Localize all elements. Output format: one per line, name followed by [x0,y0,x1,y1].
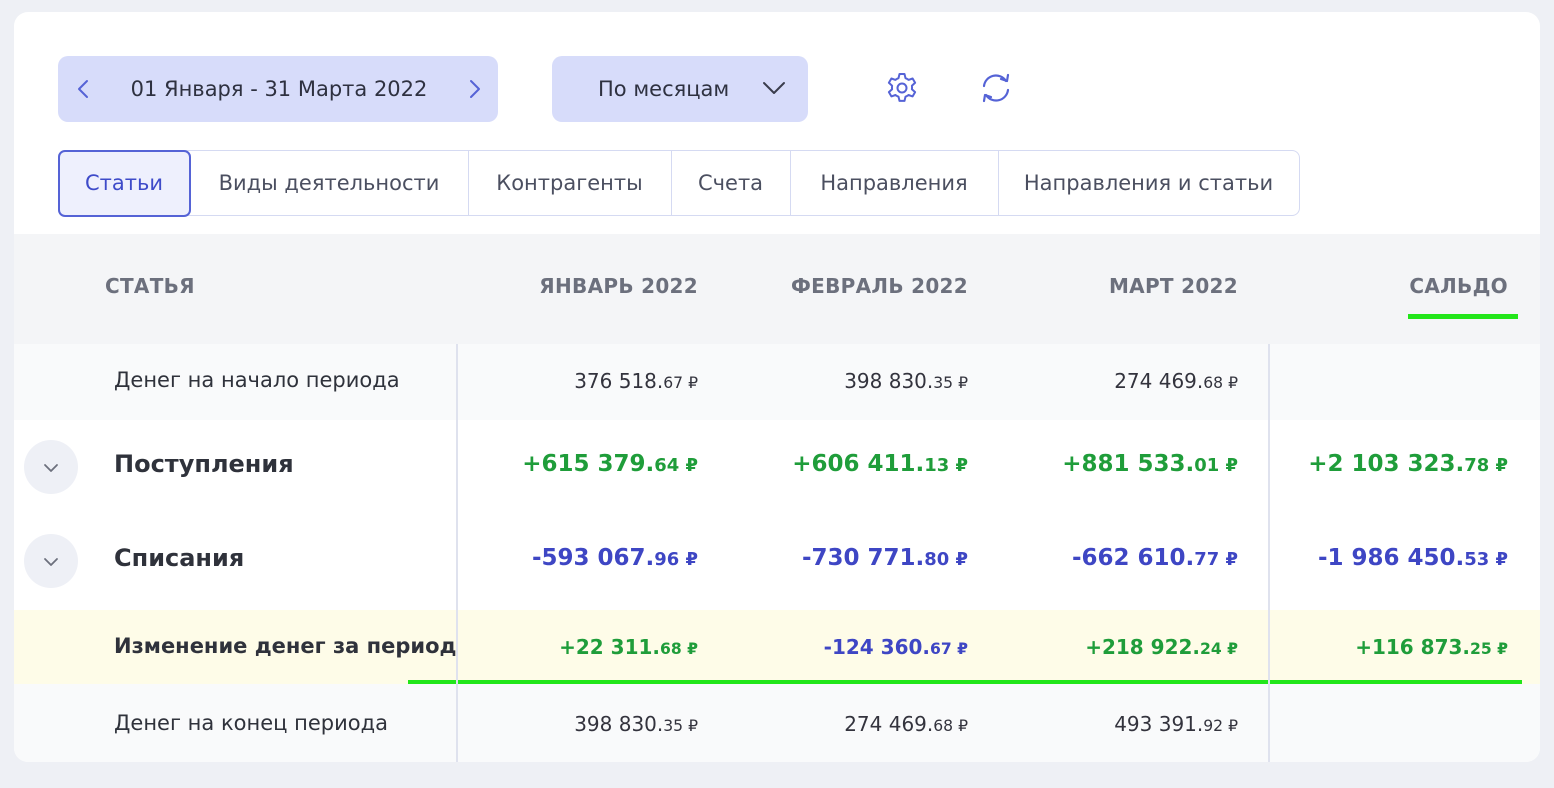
row-label: Денег на начало периода [114,368,400,392]
table-row-expandable[interactable]: Поступления +615 379.64 ₽ +606 411.13 ₽ … [14,420,1540,514]
value-cell: -662 610.77 ₽ [1071,545,1238,571]
gear-icon[interactable] [884,70,920,106]
value-cell: +218 922.24 ₽ [1085,635,1238,659]
row-label: Списания [114,544,245,572]
chevron-down-icon [43,458,59,477]
tab-directions[interactable]: Направления [791,151,999,215]
value-cell: +606 411.13 ₽ [792,451,968,477]
value-cell: +22 311.68 ₽ [559,635,698,659]
column-divider [456,344,458,762]
value-cell: +881 533.01 ₽ [1062,451,1238,477]
value-cell: +2 103 323.78 ₽ [1308,451,1508,477]
value-cell: -730 771.80 ₽ [801,545,968,571]
table-row: Денег на конец периода 398 830.35 ₽ 274 … [14,684,1540,762]
refresh-icon[interactable] [976,70,1016,106]
highlight-marker [1408,314,1518,319]
tab-directions-and-articles[interactable]: Направления и статьи [999,151,1299,215]
tab-counterparties[interactable]: Контрагенты [469,151,672,215]
value-cell: 376 518.67 ₽ [574,369,698,393]
value-cell: 274 469.68 ₽ [844,712,968,736]
table-row-expandable[interactable]: Списания -593 067.96 ₽ -730 771.80 ₽ -66… [14,514,1540,610]
row-label: Изменение денег за период [114,634,457,658]
grouping-dropdown[interactable]: По месяцам [552,56,808,122]
table-header: СТАТЬЯ ЯНВАРЬ 2022 ФЕВРАЛЬ 2022 МАРТ 202… [14,234,1540,344]
value-cell: +615 379.64 ₽ [522,451,698,477]
view-tabs: Статьи Виды деятельности Контрагенты Сче… [57,149,1300,217]
expand-toggle[interactable] [24,440,78,494]
row-label: Денег на конец периода [114,711,388,735]
value-cell: 398 830.35 ₽ [844,369,968,393]
chevron-left-icon[interactable] [74,77,92,101]
grouping-label: По месяцам [598,77,730,101]
period-label[interactable]: 01 Января - 31 Марта 2022 [131,77,428,101]
tab-articles[interactable]: Статьи [57,149,191,217]
report-card: 01 Января - 31 Марта 2022 По месяцам Ста… [14,12,1540,762]
period-selector: 01 Января - 31 Марта 2022 [58,56,498,122]
value-cell: -593 067.96 ₽ [531,545,698,571]
chevron-right-icon[interactable] [466,77,484,101]
column-divider [1268,344,1270,762]
chevron-down-icon [762,80,786,99]
chevron-down-icon [43,552,59,571]
table-row: Изменение денег за период +22 311.68 ₽ -… [14,610,1540,684]
tab-activity-types[interactable]: Виды деятельности [191,151,469,215]
value-cell: -1 986 450.53 ₽ [1317,545,1508,571]
value-cell: 398 830.35 ₽ [574,712,698,736]
expand-toggle[interactable] [24,534,78,588]
value-cell: 274 469.68 ₽ [1114,369,1238,393]
value-cell: +116 873.25 ₽ [1355,635,1508,659]
value-cell: -124 360.67 ₽ [823,635,968,659]
row-label: Поступления [114,450,294,478]
column-header-march: МАРТ 2022 [1108,274,1238,298]
table-row: Денег на начало периода 376 518.67 ₽ 398… [14,344,1540,420]
column-header-article: СТАТЬЯ [105,274,195,298]
tab-accounts[interactable]: Счета [672,151,791,215]
column-header-february: ФЕВРАЛЬ 2022 [791,274,968,298]
column-header-balance[interactable]: САЛЬДО [1409,274,1508,298]
value-cell: 493 391.92 ₽ [1114,712,1238,736]
column-header-january: ЯНВАРЬ 2022 [539,274,698,298]
